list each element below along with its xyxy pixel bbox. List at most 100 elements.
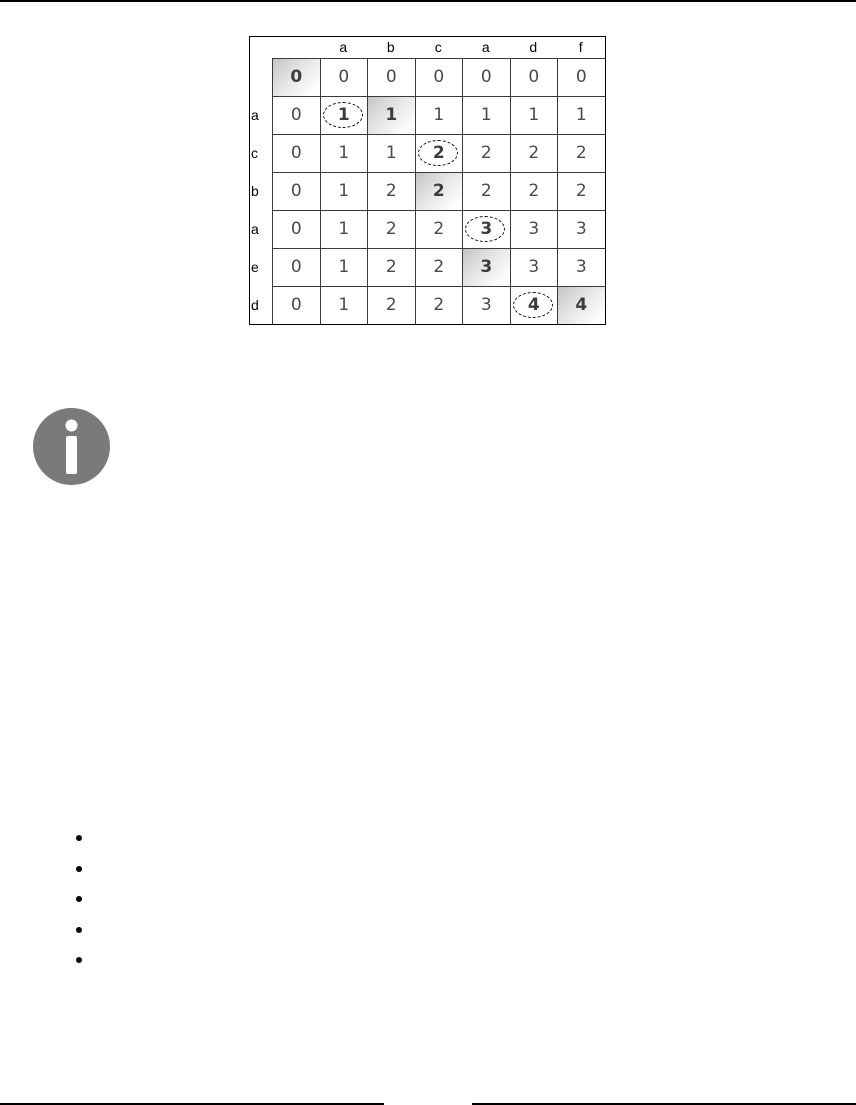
cell-value: 0	[575, 67, 587, 87]
table-cell: 0	[272, 58, 320, 96]
bullet-dot-icon	[76, 865, 82, 872]
table-cell: 2	[557, 172, 605, 210]
cell-value: 4	[527, 295, 540, 315]
cell-value: 0	[290, 257, 302, 277]
cell-value: 0	[290, 105, 302, 125]
table-cell: 1	[319, 172, 367, 210]
cell-value: 3	[480, 295, 492, 315]
cell-value: 2	[575, 143, 587, 163]
column-header: d	[529, 39, 538, 55]
table-cell: 0	[272, 210, 320, 248]
cell-value: 2	[385, 219, 397, 239]
lcs-table: a b c a d f a c b a e d 0 0 0 0 0 0 0 0 1 1 1 1 1 1 0 1 1 2 2 2 2 0 1 2 2 2 2 2…	[249, 36, 606, 325]
table-cell: 0	[557, 58, 605, 96]
table-cell: 1	[414, 96, 462, 134]
table-cell: 1	[319, 286, 367, 324]
cell-value: 2	[385, 257, 397, 277]
row-header: c	[251, 145, 258, 161]
table-cell: 2	[462, 134, 510, 172]
cell-value: 1	[338, 219, 350, 239]
table-cell: 2	[414, 210, 462, 248]
table-cell: 0	[367, 58, 415, 96]
table-cell: 1	[509, 96, 557, 134]
cell-value: 2	[433, 219, 445, 239]
row-header: b	[251, 183, 259, 199]
cell-value: 3	[480, 257, 493, 277]
table-cell: 4	[509, 286, 557, 324]
cell-value: 2	[433, 295, 445, 315]
cell-value: 0	[290, 295, 302, 315]
table-cell: 3	[462, 286, 510, 324]
table-cell: 2	[367, 210, 415, 248]
cell-value: 2	[432, 143, 445, 163]
table-cell: 0	[414, 58, 462, 96]
cell-value: 4	[575, 295, 588, 315]
cell-value: 1	[528, 105, 540, 125]
table-cell: 0	[272, 96, 320, 134]
table-cell: 0	[272, 248, 320, 286]
table-cell: 1	[319, 210, 367, 248]
table-cell: 0	[272, 286, 320, 324]
cell-value: 0	[290, 219, 302, 239]
table-cell: 2	[367, 286, 415, 324]
table-cell: 2	[462, 172, 510, 210]
bullet-dot-icon	[76, 896, 82, 902]
table-cell: 3	[509, 248, 557, 286]
table-cell: 1	[367, 134, 415, 172]
info-icon	[33, 408, 110, 485]
table-cell: 0	[272, 172, 320, 210]
cell-value: 0	[290, 181, 302, 201]
table-cell: 2	[414, 134, 462, 172]
row-header: e	[251, 259, 259, 275]
cell-value: 3	[480, 219, 493, 239]
row-header: a	[251, 221, 259, 237]
row-header: a	[251, 107, 259, 123]
bullet-dot-icon	[76, 957, 82, 963]
cell-value: 2	[528, 143, 540, 163]
cell-value: 1	[480, 105, 492, 125]
table-cell: 2	[557, 134, 605, 172]
cell-value: 2	[480, 143, 492, 163]
cell-value: 1	[338, 257, 350, 277]
cell-value: 1	[337, 105, 350, 125]
table-cell: 2	[414, 248, 462, 286]
cell-value: 0	[290, 143, 302, 163]
table-cell: 1	[557, 96, 605, 134]
table-cell: 2	[414, 172, 462, 210]
column-header: a	[481, 39, 490, 55]
column-header: b	[386, 39, 395, 55]
cell-value: 2	[575, 181, 587, 201]
cell-value: 3	[528, 257, 540, 277]
cell-value: 0	[290, 67, 303, 87]
cell-value: 0	[338, 67, 350, 87]
table-cell: 1	[319, 248, 367, 286]
cell-value: 0	[433, 67, 445, 87]
table-cell: 1	[367, 96, 415, 134]
table-cell: 4	[557, 286, 605, 324]
table-cell: 0	[319, 58, 367, 96]
table-cell: 3	[557, 210, 605, 248]
column-header: a	[339, 39, 348, 55]
table-cell: 2	[509, 134, 557, 172]
cell-value: 2	[528, 181, 540, 201]
table-cell: 3	[509, 210, 557, 248]
table-cell: 2	[367, 248, 415, 286]
cell-value: 3	[575, 219, 587, 239]
table-cell: 2	[414, 286, 462, 324]
column-header: c	[434, 39, 442, 55]
cell-value: 2	[385, 181, 397, 201]
table-cell: 0	[272, 134, 320, 172]
table-cell: 3	[462, 248, 510, 286]
cell-value: 2	[385, 295, 397, 315]
table-cell: 3	[462, 210, 510, 248]
cell-value: 1	[338, 143, 350, 163]
cell-value: 2	[480, 181, 492, 201]
cell-value: 3	[575, 257, 587, 277]
cell-value: 1	[385, 143, 397, 163]
table-cell: 2	[367, 172, 415, 210]
cell-value: 3	[528, 219, 540, 239]
table-cell: 2	[509, 172, 557, 210]
cell-value: 1	[433, 105, 445, 125]
cell-value: 0	[480, 67, 492, 87]
cell-value: 2	[432, 181, 445, 201]
